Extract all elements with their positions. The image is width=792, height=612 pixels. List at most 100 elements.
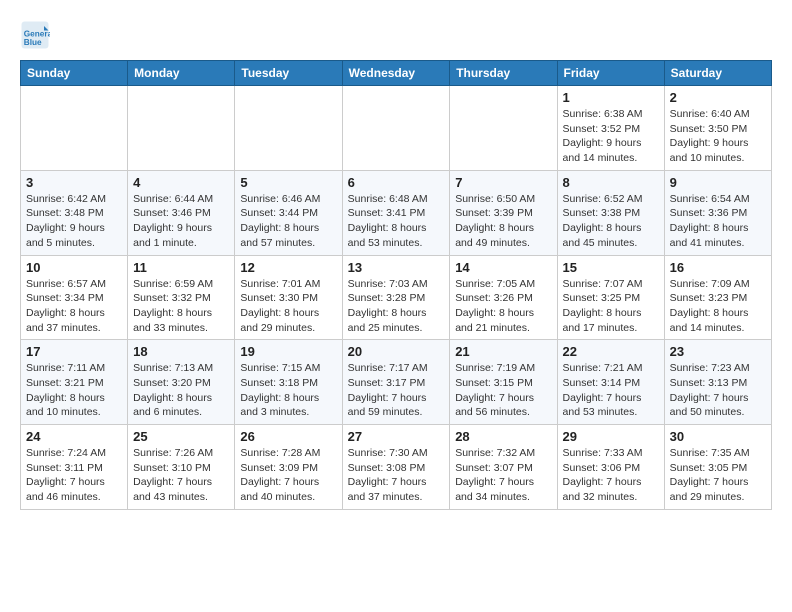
day-number: 16: [670, 260, 766, 275]
header-row-days: SundayMondayTuesdayWednesdayThursdayFrid…: [21, 61, 772, 86]
day-number: 10: [26, 260, 122, 275]
day-info: Sunrise: 7:19 AM Sunset: 3:15 PM Dayligh…: [455, 361, 551, 420]
day-info: Sunrise: 7:15 AM Sunset: 3:18 PM Dayligh…: [240, 361, 336, 420]
day-info: Sunrise: 7:07 AM Sunset: 3:25 PM Dayligh…: [563, 277, 659, 336]
day-number: 18: [133, 344, 229, 359]
calendar-cell: [342, 86, 450, 171]
calendar-cell: 5 Sunrise: 6:46 AM Sunset: 3:44 PM Daylig…: [235, 170, 342, 255]
calendar-week: 10 Sunrise: 6:57 AM Sunset: 3:34 PM Dayli…: [21, 255, 772, 340]
day-number: 21: [455, 344, 551, 359]
day-info: Sunrise: 6:54 AM Sunset: 3:36 PM Dayligh…: [670, 192, 766, 251]
day-number: 3: [26, 175, 122, 190]
day-number: 7: [455, 175, 551, 190]
day-info: Sunrise: 7:01 AM Sunset: 3:30 PM Dayligh…: [240, 277, 336, 336]
day-number: 29: [563, 429, 659, 444]
day-info: Sunrise: 7:23 AM Sunset: 3:13 PM Dayligh…: [670, 361, 766, 420]
day-number: 23: [670, 344, 766, 359]
calendar-cell: 25 Sunrise: 7:26 AM Sunset: 3:10 PM Dayli…: [128, 425, 235, 510]
calendar-cell: 18 Sunrise: 7:13 AM Sunset: 3:20 PM Dayli…: [128, 340, 235, 425]
calendar-cell: [450, 86, 557, 171]
logo-icon: General Blue: [20, 20, 50, 50]
header-day: Monday: [128, 61, 235, 86]
header-day: Wednesday: [342, 61, 450, 86]
header-day: Thursday: [450, 61, 557, 86]
day-number: 13: [348, 260, 445, 275]
calendar-cell: 17 Sunrise: 7:11 AM Sunset: 3:21 PM Dayli…: [21, 340, 128, 425]
day-info: Sunrise: 7:21 AM Sunset: 3:14 PM Dayligh…: [563, 361, 659, 420]
calendar-cell: 30Sunrise: 7:35 AM Sunset: 3:05 PM Dayli…: [664, 425, 771, 510]
calendar-cell: 4 Sunrise: 6:44 AM Sunset: 3:46 PM Daylig…: [128, 170, 235, 255]
logo: General Blue: [20, 20, 54, 50]
day-info: Sunrise: 7:26 AM Sunset: 3:10 PM Dayligh…: [133, 446, 229, 505]
day-info: Sunrise: 7:30 AM Sunset: 3:08 PM Dayligh…: [348, 446, 445, 505]
day-info: Sunrise: 6:50 AM Sunset: 3:39 PM Dayligh…: [455, 192, 551, 251]
day-info: Sunrise: 6:42 AM Sunset: 3:48 PM Dayligh…: [26, 192, 122, 251]
day-number: 6: [348, 175, 445, 190]
day-number: 5: [240, 175, 336, 190]
calendar-week: 3 Sunrise: 6:42 AM Sunset: 3:48 PM Daylig…: [21, 170, 772, 255]
day-number: 1: [563, 90, 659, 105]
day-info: Sunrise: 7:32 AM Sunset: 3:07 PM Dayligh…: [455, 446, 551, 505]
day-number: 2: [670, 90, 766, 105]
day-number: 22: [563, 344, 659, 359]
day-number: 11: [133, 260, 229, 275]
calendar-table: SundayMondayTuesdayWednesdayThursdayFrid…: [20, 60, 772, 510]
day-number: 20: [348, 344, 445, 359]
calendar-cell: 8 Sunrise: 6:52 AM Sunset: 3:38 PM Daylig…: [557, 170, 664, 255]
day-number: 25: [133, 429, 229, 444]
day-info: Sunrise: 6:59 AM Sunset: 3:32 PM Dayligh…: [133, 277, 229, 336]
day-number: 24: [26, 429, 122, 444]
day-number: 14: [455, 260, 551, 275]
day-info: Sunrise: 7:09 AM Sunset: 3:23 PM Dayligh…: [670, 277, 766, 336]
header-day: Friday: [557, 61, 664, 86]
calendar-cell: 20 Sunrise: 7:17 AM Sunset: 3:17 PM Dayli…: [342, 340, 450, 425]
day-number: 9: [670, 175, 766, 190]
day-number: 27: [348, 429, 445, 444]
day-number: 12: [240, 260, 336, 275]
day-number: 15: [563, 260, 659, 275]
day-info: Sunrise: 7:24 AM Sunset: 3:11 PM Dayligh…: [26, 446, 122, 505]
calendar-week: 1Sunrise: 6:38 AM Sunset: 3:52 PM Daylig…: [21, 86, 772, 171]
calendar-cell: 3 Sunrise: 6:42 AM Sunset: 3:48 PM Daylig…: [21, 170, 128, 255]
day-number: 17: [26, 344, 122, 359]
calendar-cell: 21 Sunrise: 7:19 AM Sunset: 3:15 PM Dayli…: [450, 340, 557, 425]
day-info: Sunrise: 6:44 AM Sunset: 3:46 PM Dayligh…: [133, 192, 229, 251]
header-day: Sunday: [21, 61, 128, 86]
calendar-cell: 10 Sunrise: 6:57 AM Sunset: 3:34 PM Dayli…: [21, 255, 128, 340]
calendar-cell: 9 Sunrise: 6:54 AM Sunset: 3:36 PM Daylig…: [664, 170, 771, 255]
day-info: Sunrise: 6:40 AM Sunset: 3:50 PM Dayligh…: [670, 107, 766, 166]
calendar-cell: [21, 86, 128, 171]
day-number: 28: [455, 429, 551, 444]
day-number: 4: [133, 175, 229, 190]
calendar-cell: 22 Sunrise: 7:21 AM Sunset: 3:14 PM Dayli…: [557, 340, 664, 425]
calendar-cell: 13 Sunrise: 7:03 AM Sunset: 3:28 PM Dayli…: [342, 255, 450, 340]
calendar-cell: 16 Sunrise: 7:09 AM Sunset: 3:23 PM Dayli…: [664, 255, 771, 340]
header-day: Saturday: [664, 61, 771, 86]
calendar-cell: 27 Sunrise: 7:30 AM Sunset: 3:08 PM Dayli…: [342, 425, 450, 510]
calendar-cell: 23 Sunrise: 7:23 AM Sunset: 3:13 PM Dayli…: [664, 340, 771, 425]
day-info: Sunrise: 7:03 AM Sunset: 3:28 PM Dayligh…: [348, 277, 445, 336]
day-info: Sunrise: 7:35 AM Sunset: 3:05 PM Dayligh…: [670, 446, 766, 505]
calendar-cell: 7 Sunrise: 6:50 AM Sunset: 3:39 PM Daylig…: [450, 170, 557, 255]
day-info: Sunrise: 7:28 AM Sunset: 3:09 PM Dayligh…: [240, 446, 336, 505]
day-info: Sunrise: 7:33 AM Sunset: 3:06 PM Dayligh…: [563, 446, 659, 505]
header-row: General Blue: [20, 20, 772, 50]
day-info: Sunrise: 6:52 AM Sunset: 3:38 PM Dayligh…: [563, 192, 659, 251]
svg-text:Blue: Blue: [24, 38, 42, 47]
calendar-cell: 2 Sunrise: 6:40 AM Sunset: 3:50 PM Daylig…: [664, 86, 771, 171]
header-day: Tuesday: [235, 61, 342, 86]
day-info: Sunrise: 7:13 AM Sunset: 3:20 PM Dayligh…: [133, 361, 229, 420]
calendar-cell: 28 Sunrise: 7:32 AM Sunset: 3:07 PM Dayli…: [450, 425, 557, 510]
day-info: Sunrise: 6:46 AM Sunset: 3:44 PM Dayligh…: [240, 192, 336, 251]
day-info: Sunrise: 7:17 AM Sunset: 3:17 PM Dayligh…: [348, 361, 445, 420]
day-info: Sunrise: 7:05 AM Sunset: 3:26 PM Dayligh…: [455, 277, 551, 336]
day-number: 8: [563, 175, 659, 190]
calendar-cell: 14 Sunrise: 7:05 AM Sunset: 3:26 PM Dayli…: [450, 255, 557, 340]
calendar-cell: 6Sunrise: 6:48 AM Sunset: 3:41 PM Daylig…: [342, 170, 450, 255]
calendar-cell: 19Sunrise: 7:15 AM Sunset: 3:18 PM Dayli…: [235, 340, 342, 425]
day-info: Sunrise: 6:57 AM Sunset: 3:34 PM Dayligh…: [26, 277, 122, 336]
day-info: Sunrise: 7:11 AM Sunset: 3:21 PM Dayligh…: [26, 361, 122, 420]
page: General Blue SundayMondayTuesdayWednesda…: [0, 0, 792, 520]
calendar-cell: 12 Sunrise: 7:01 AM Sunset: 3:30 PM Dayli…: [235, 255, 342, 340]
calendar-cell: 26Sunrise: 7:28 AM Sunset: 3:09 PM Dayli…: [235, 425, 342, 510]
